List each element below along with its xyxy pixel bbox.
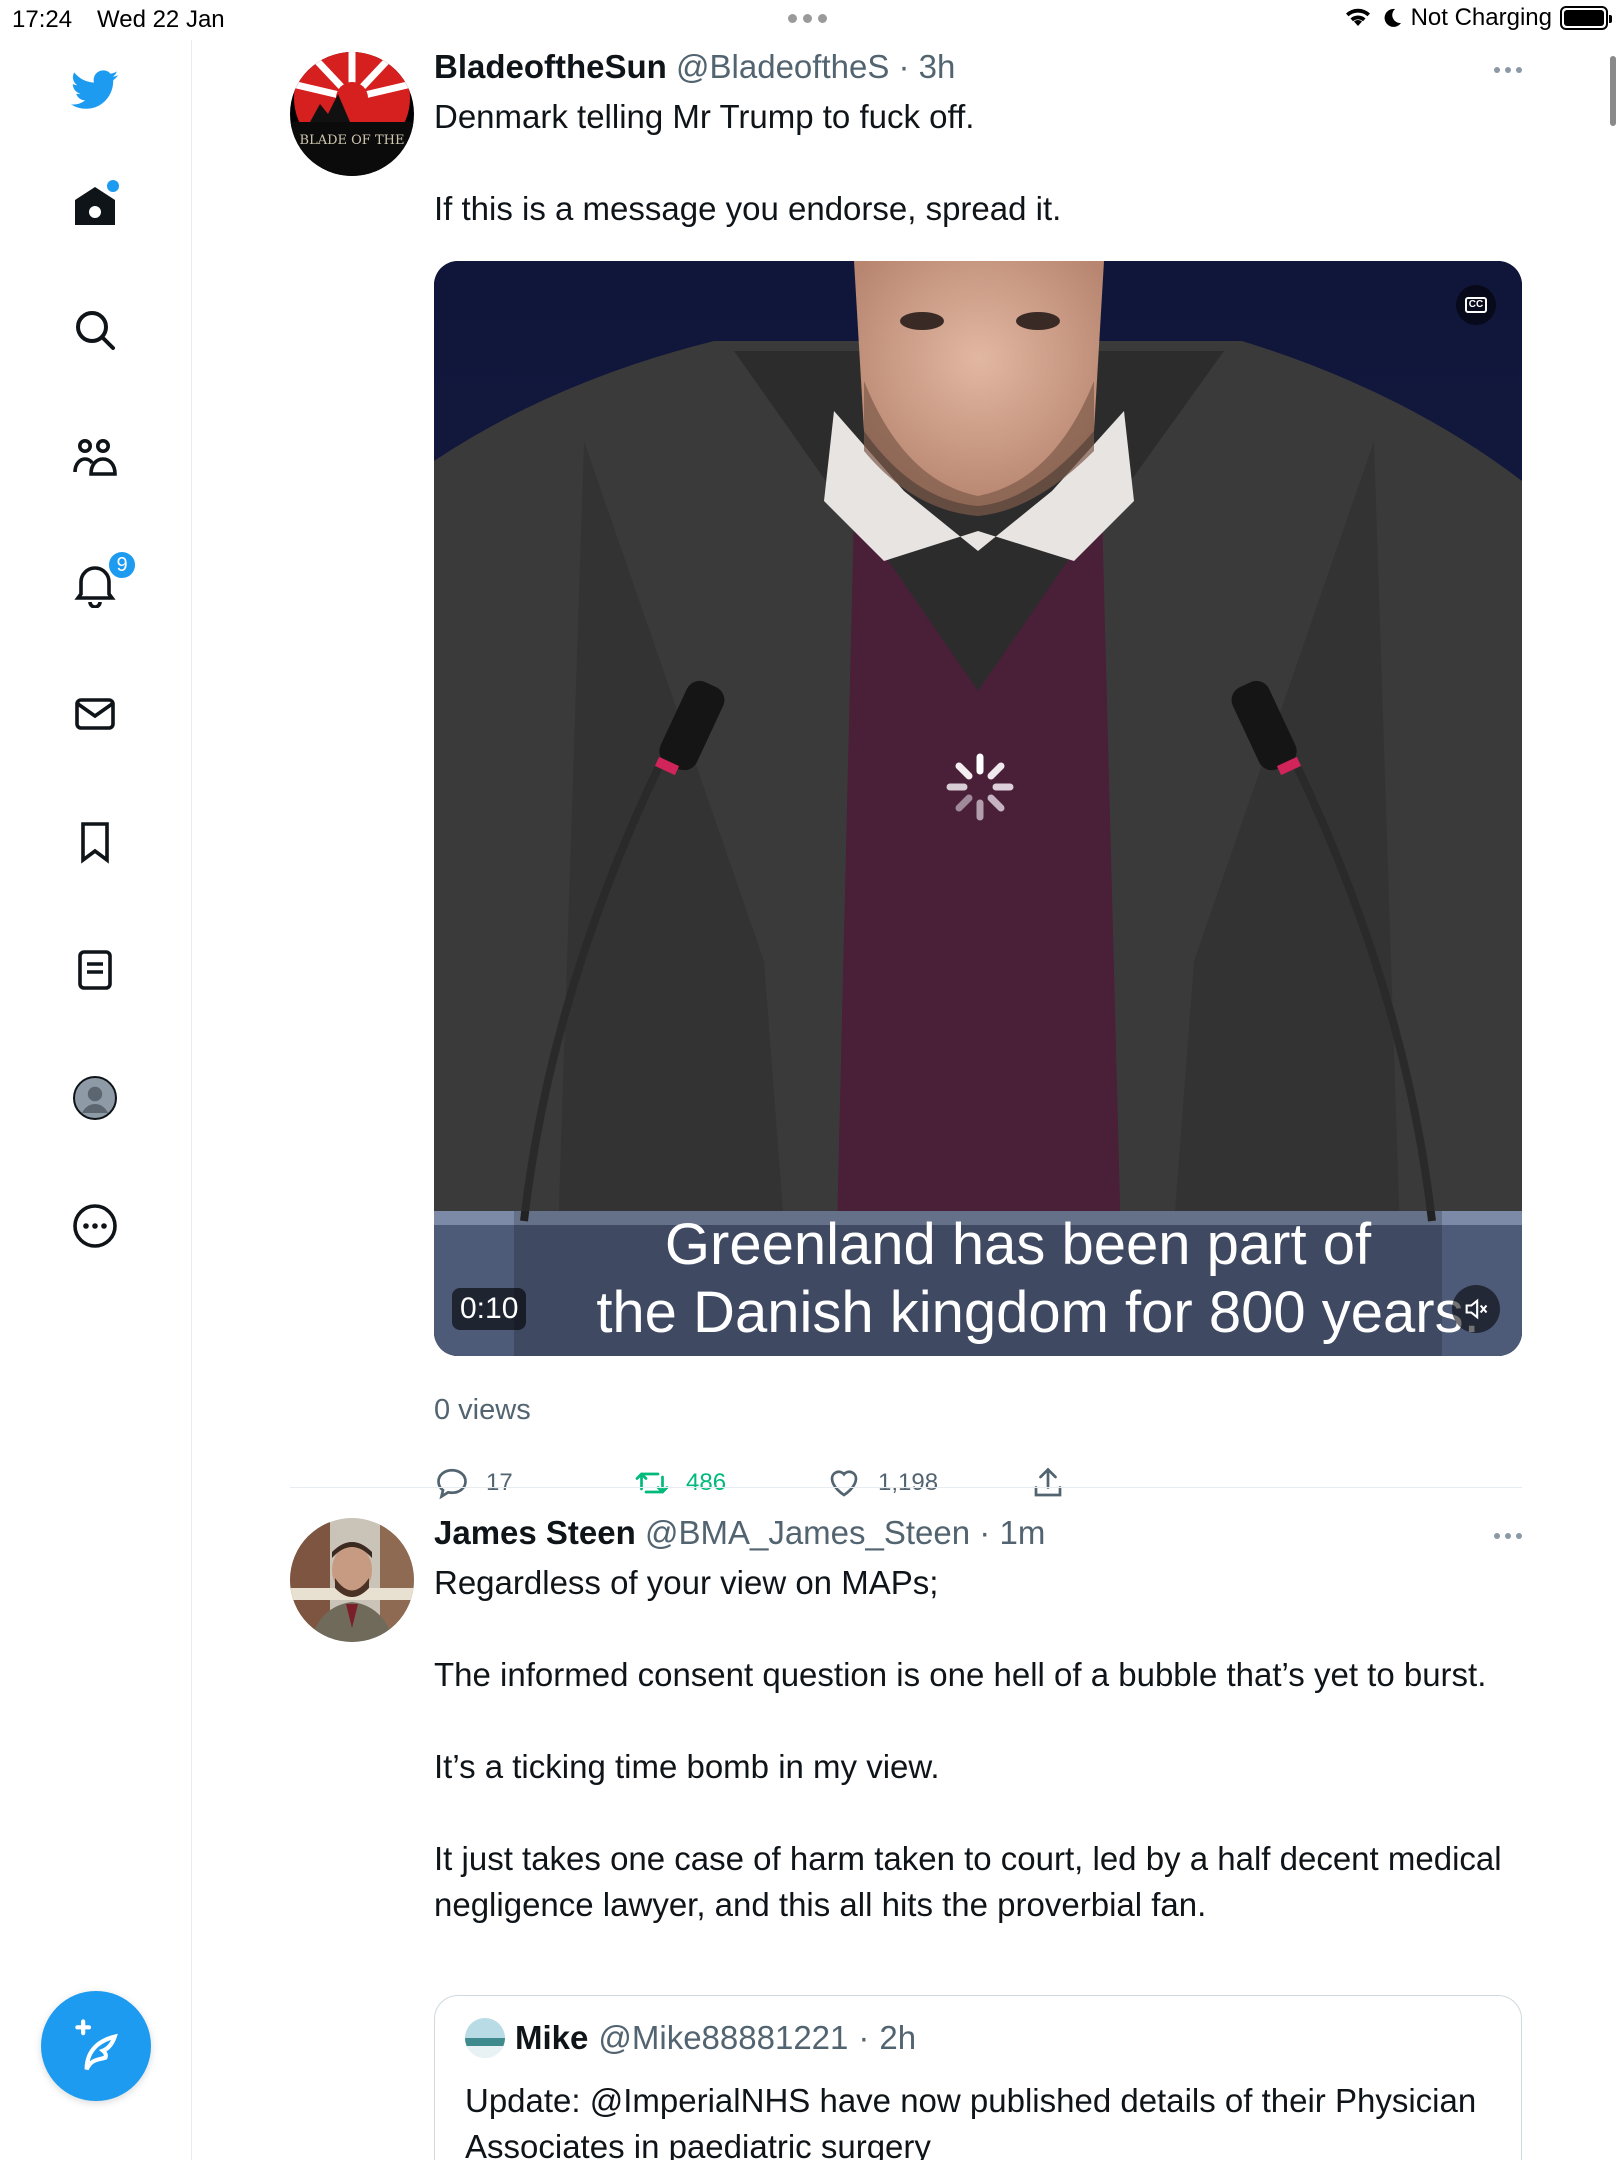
tweet-header: BladeoftheSun @BladeoftheS · 3h [434,48,956,85]
tweet-time[interactable]: 1m [999,1514,1045,1551]
avatar[interactable] [290,1518,414,1642]
tweet-author-handle[interactable]: @BladeoftheS [676,48,889,85]
scrollbar[interactable] [1610,56,1616,126]
tweet-video-player[interactable]: CC Greenland has been part of the Danish… [434,261,1522,1356]
quoted-tweet[interactable]: Mike @Mike88881221 · 2h Update: @Imperia… [434,1995,1522,2160]
sidebar: 9 [0,40,192,2160]
share-button[interactable] [1030,1465,1066,1501]
profile-icon[interactable] [67,1070,123,1126]
tweet-text-line: It just takes one case of harm taken to … [434,1840,1502,1923]
twitter-logo-icon[interactable] [67,62,123,118]
tweet-time[interactable]: 3h [919,48,956,85]
tweet-header: James Steen @BMA_James_Steen · 1m [434,1514,1046,1551]
video-subtitle-line: Greenland has been part of [664,1212,1372,1277]
tweet-more-options-icon[interactable] [1494,1533,1522,1539]
compose-tweet-button[interactable] [41,1991,151,2101]
tweet-text: Denmark telling Mr Trump to fuck off. If… [434,94,1514,232]
more-icon[interactable] [67,1198,123,1254]
quoted-tweet-time: 2h [879,2019,917,2056]
retweet-button[interactable]: 486 [634,1465,726,1501]
tweet-author-name[interactable]: BladeoftheSun [434,48,667,85]
lists-icon[interactable] [67,942,123,998]
tweet-text-line: If this is a message you endorse, spread… [434,190,1062,227]
tweet-text-line: Denmark telling Mr Trump to fuck off. [434,98,975,135]
reply-count: 17 [486,1469,513,1496]
status-time: 17:24 [12,6,73,33]
video-subtitle-line: the Danish kingdom for 800 years. [596,1280,1480,1345]
search-icon[interactable] [67,302,123,358]
charging-status: Not Charging [1410,4,1552,31]
video-duration: 0:10 [452,1288,527,1330]
tweet-text: Regardless of your view on MAPs; The inf… [434,1560,1514,1928]
multitasking-dots-icon[interactable] [788,14,827,23]
mute-toggle-button[interactable] [1452,1285,1500,1333]
avatar-logo-text: BLADE OF THE [300,133,405,148]
avatar[interactable]: BLADE OF THE [290,52,414,176]
share-icon [1034,1467,1062,1497]
home-icon[interactable] [67,178,123,234]
reply-icon [437,1468,467,1500]
tweet-text-line: Regardless of your view on MAPs; [434,1564,939,1601]
retweet-icon [635,1472,669,1494]
tweet-view-count: 0 views [434,1394,531,1426]
quoted-tweet-header: Mike @Mike88881221 · 2h [465,2018,916,2058]
tweet-text-line: The informed consent question is one hel… [434,1656,1487,1693]
tweet-text-line: It’s a ticking time bomb in my view. [434,1748,940,1785]
status-indicators: Not Charging [1343,4,1612,32]
home-unread-dot [107,180,119,192]
battery-icon [1560,6,1612,30]
quoted-author-name: Mike [515,2019,589,2056]
notifications-bell-icon[interactable]: 9 [67,550,137,612]
closed-captions-button[interactable]: CC [1456,285,1496,325]
like-button[interactable]: 1,198 [826,1465,938,1501]
tweet-more-options-icon[interactable] [1494,67,1522,73]
retweet-count: 486 [686,1469,727,1496]
wifi-icon [1345,8,1370,26]
status-bar: 17:24 Wed 22 Jan Not Charging [0,0,1620,40]
messages-icon[interactable] [67,686,123,742]
quoted-author-handle: @Mike88881221 [598,2019,849,2056]
reply-button[interactable]: 17 [434,1465,513,1501]
communities-icon[interactable] [67,430,123,486]
tweet-divider [290,1487,1522,1488]
bookmarks-icon[interactable] [67,814,123,870]
heart-icon [830,1470,858,1497]
loading-spinner-icon [946,753,1014,821]
like-count: 1,198 [878,1469,939,1496]
do-not-disturb-moon-icon [1384,8,1401,27]
notifications-badge: 9 [107,550,137,580]
compose-tweet-icon [75,2019,118,2071]
muted-speaker-icon [1465,1298,1488,1320]
tweet-author-handle[interactable]: @BMA_James_Steen [645,1514,970,1551]
status-date: Wed 22 Jan [97,6,225,33]
quoted-avatar [465,2018,505,2058]
tweet-author-name[interactable]: James Steen [434,1514,636,1551]
quoted-tweet-text: Update: @ImperialNHS have now published … [465,2082,1477,2160]
